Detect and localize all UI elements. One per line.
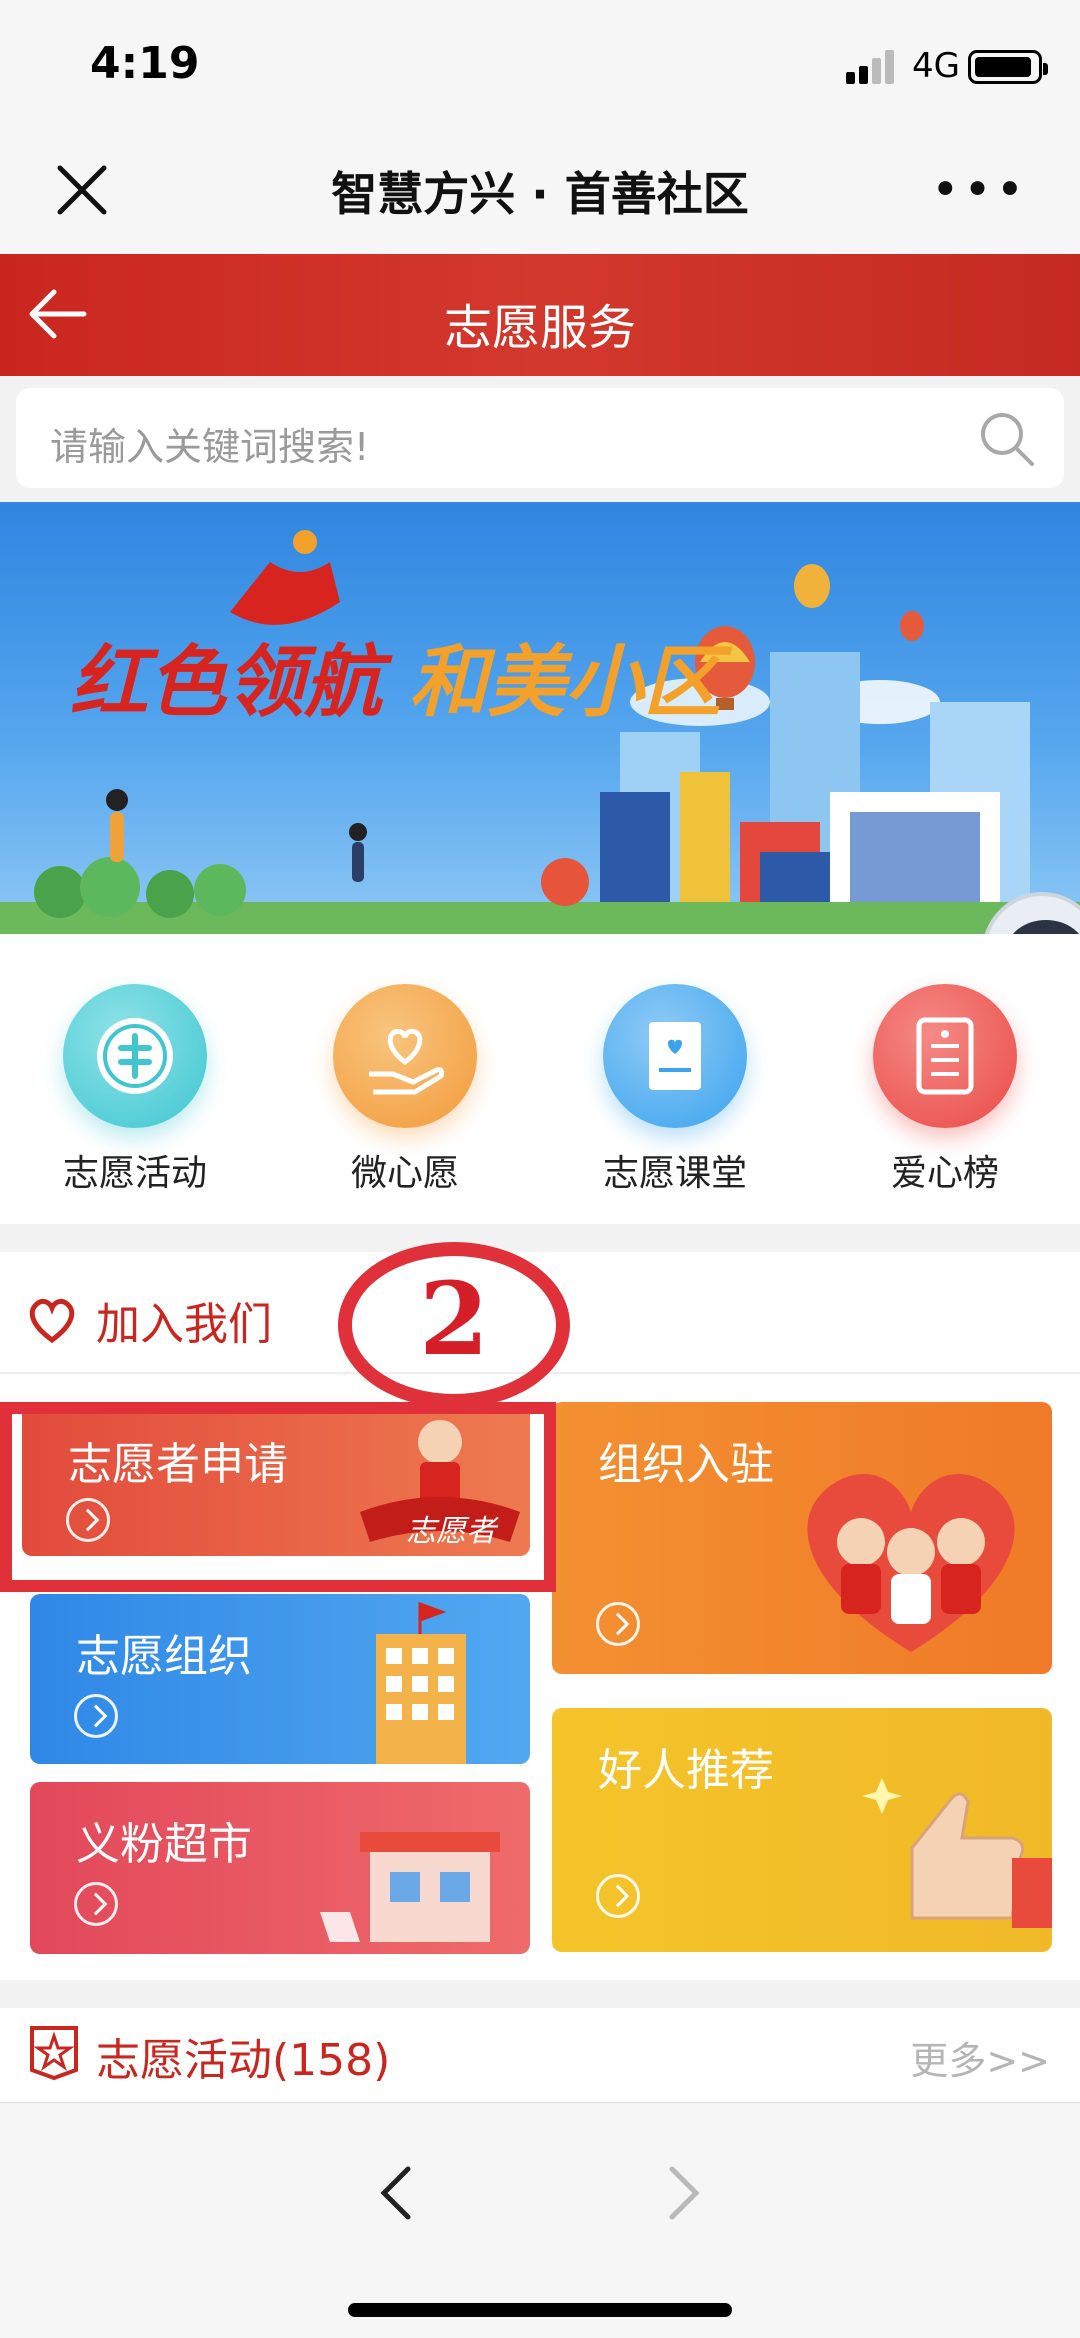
volunteer-organization-card[interactable]: 志愿组织 bbox=[30, 1594, 530, 1764]
page-title: 智慧方兴 · 首善社区 bbox=[331, 167, 749, 221]
slogan-orange: 和美小区 bbox=[409, 637, 722, 728]
search-icon[interactable] bbox=[978, 410, 1036, 468]
card-label: 组织入驻 bbox=[598, 1439, 774, 1490]
arrow-circle-icon bbox=[596, 1602, 640, 1646]
card-label: 义粉超市 bbox=[76, 1819, 252, 1870]
menu-label: 志愿课堂 bbox=[602, 1153, 747, 1194]
banner[interactable]: 红色领航 和美小区 bbox=[0, 502, 1080, 934]
arrow-circle-icon bbox=[74, 1882, 118, 1926]
signal-icon bbox=[846, 50, 898, 84]
status-time: 4:19 bbox=[90, 38, 200, 89]
menu-volunteer-activity[interactable]: 志愿活动 bbox=[0, 984, 270, 1196]
list-icon bbox=[873, 984, 1017, 1128]
book-icon bbox=[603, 984, 747, 1128]
card-label: 志愿组织 bbox=[76, 1631, 252, 1682]
arrow-circle-icon bbox=[596, 1874, 640, 1918]
search-input[interactable]: 请输入关键词搜索! bbox=[16, 388, 1064, 488]
supermarket-illustration bbox=[320, 1832, 500, 1942]
card-label: 好人推荐 bbox=[598, 1745, 774, 1796]
menu-label: 微心愿 bbox=[350, 1153, 459, 1194]
menu-love-board[interactable]: 爱心榜 bbox=[810, 984, 1080, 1196]
robot-assistant-icon[interactable] bbox=[980, 892, 1080, 934]
good-person-recommend-card[interactable]: 好人推荐 bbox=[552, 1708, 1052, 1952]
network-type: 4G bbox=[912, 46, 960, 86]
step-number: 2 bbox=[419, 1260, 489, 1378]
activity-section-header: 志愿活动(158) 更多>> bbox=[0, 2008, 1080, 2104]
banner-slogan: 红色领航 和美小区 bbox=[70, 620, 721, 732]
menu-label: 爱心榜 bbox=[890, 1153, 999, 1194]
join-us-title: 加入我们 bbox=[96, 1299, 272, 1350]
chevron-right-icon[interactable] bbox=[664, 2163, 704, 2223]
thumbs-up-illustration bbox=[862, 1778, 1052, 1928]
heart-hand-icon bbox=[333, 984, 477, 1128]
highlight-box bbox=[0, 1402, 556, 1592]
search-area: 请输入关键词搜索! bbox=[0, 376, 1080, 502]
search-placeholder: 请输入关键词搜索! bbox=[50, 425, 370, 469]
home-indicator bbox=[348, 2303, 732, 2317]
battery-icon bbox=[968, 50, 1048, 84]
volunteer-badge-icon bbox=[63, 984, 207, 1128]
status-bar: 4:19 4G bbox=[0, 0, 1080, 140]
more-icon[interactable]: ••• bbox=[931, 162, 1028, 218]
quick-menu: 志愿活动 微心愿 志愿课堂 爱心榜 bbox=[0, 934, 1080, 1224]
menu-volunteer-class[interactable]: 志愿课堂 bbox=[540, 984, 810, 1196]
browser-bottom-bar bbox=[0, 2102, 1080, 2338]
wechat-title-bar: 智慧方兴 · 首善社区 ••• bbox=[0, 140, 1080, 254]
slogan-red: 红色领航 bbox=[70, 637, 383, 728]
yifen-supermarket-card[interactable]: 义粉超市 bbox=[30, 1782, 530, 1954]
star-badge-icon bbox=[30, 2026, 78, 2080]
menu-micro-wish[interactable]: 微心愿 bbox=[270, 984, 540, 1196]
arrow-circle-icon bbox=[74, 1694, 118, 1738]
section-header: 志愿服务 bbox=[0, 254, 1080, 376]
chevron-left-icon[interactable] bbox=[376, 2163, 416, 2223]
building-illustration bbox=[376, 1601, 466, 1764]
header-title: 志愿服务 bbox=[443, 300, 636, 356]
more-link[interactable]: 更多>> bbox=[910, 2030, 1050, 2085]
activity-title: 志愿活动(158) bbox=[96, 2035, 391, 2086]
heart-outline-icon bbox=[29, 1298, 75, 1344]
heart-volunteers-illustration bbox=[807, 1473, 1015, 1652]
menu-label: 志愿活动 bbox=[62, 1153, 207, 1194]
organization-join-card[interactable]: 组织入驻 bbox=[552, 1402, 1052, 1674]
step-marker: 2 bbox=[338, 1242, 570, 1408]
